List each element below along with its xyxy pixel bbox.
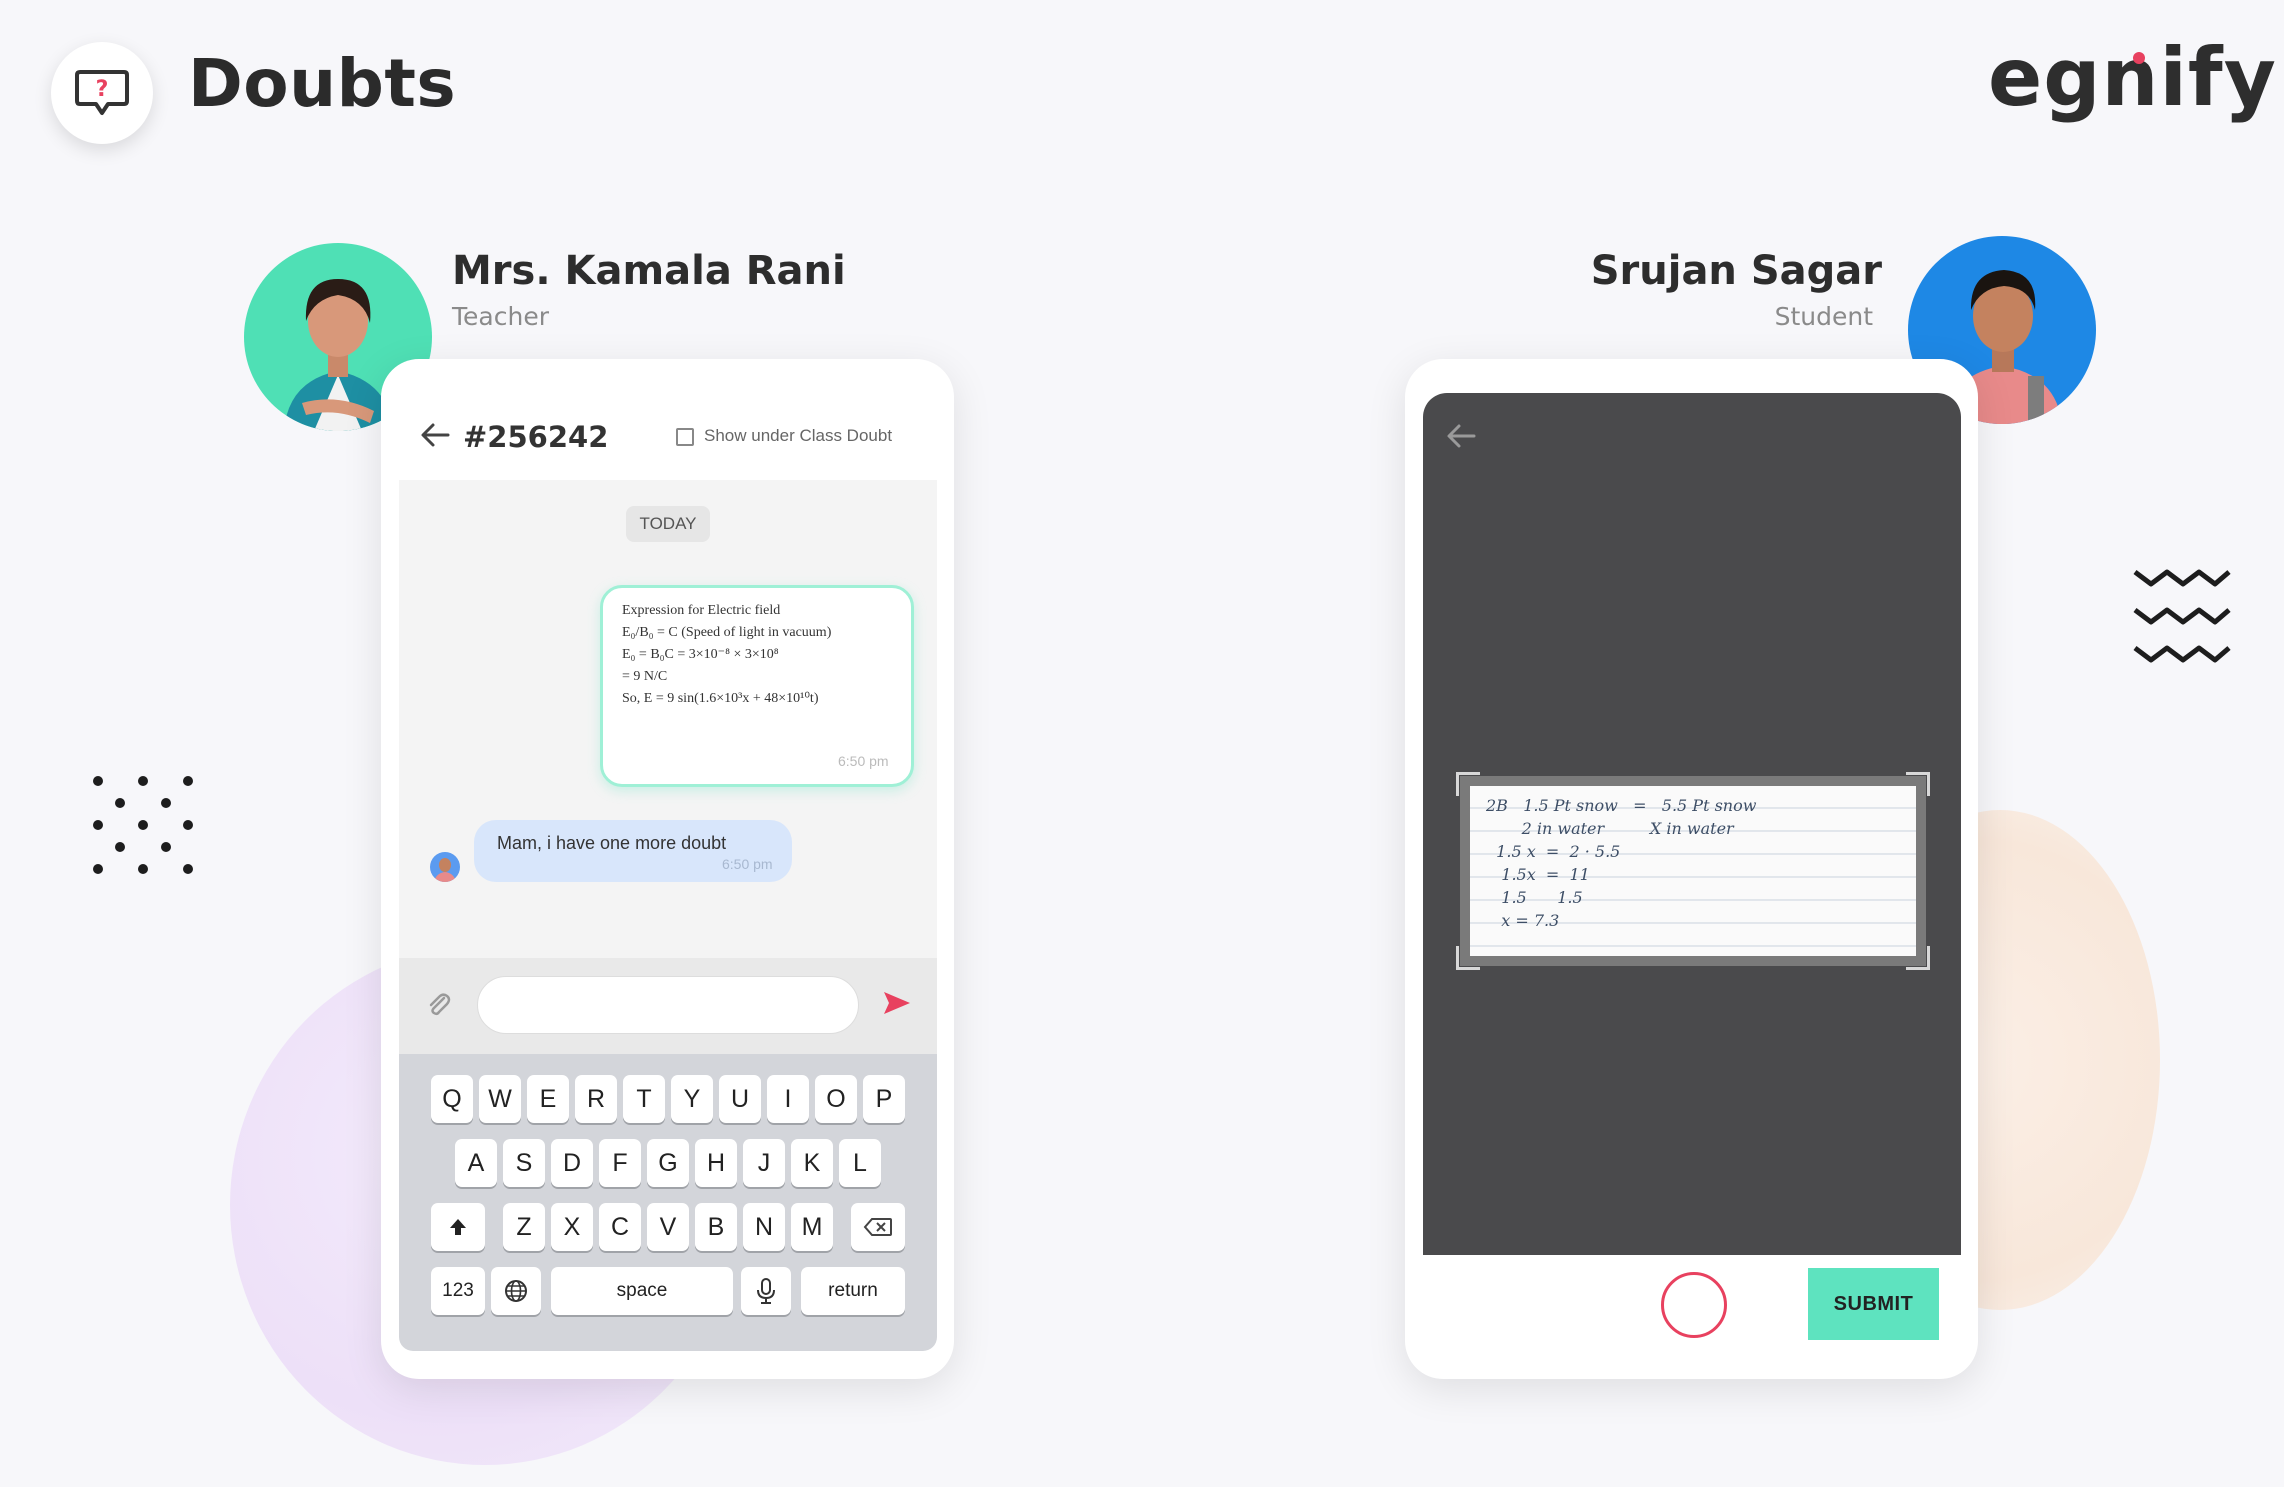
key[interactable]: X (551, 1203, 593, 1251)
message-timestamp: 6:50 pm (722, 856, 773, 872)
key[interactable]: A (455, 1139, 497, 1187)
crop-handle[interactable] (1456, 772, 1480, 796)
attachment-icon[interactable] (424, 990, 452, 1018)
scan-crop-frame[interactable]: 2B 1.5 Pt snow = 5.5 Pt snow 2 in water … (1456, 772, 1930, 970)
math-line: So, E = 9 sin(1.6×10³x + 48×10¹⁰t) (622, 691, 819, 706)
submit-button[interactable]: SUBMIT (1808, 1268, 1939, 1340)
key[interactable]: B (695, 1203, 737, 1251)
shift-icon (450, 1219, 466, 1235)
message-input[interactable] (477, 976, 859, 1034)
math-line: Expression for Electric field (622, 603, 781, 618)
key[interactable]: N (743, 1203, 785, 1251)
shift-key[interactable] (431, 1203, 485, 1251)
teacher-role: Teacher (452, 302, 549, 331)
key[interactable]: S (503, 1139, 545, 1187)
key[interactable]: C (599, 1203, 641, 1251)
on-screen-keyboard: Q W E R T Y U I O P A S D F G H J K L Z … (399, 1054, 937, 1351)
dots-pattern-icon (93, 776, 193, 874)
key[interactable]: E (527, 1075, 569, 1123)
crop-handle[interactable] (1456, 946, 1480, 970)
math-line: = 9 N/C (622, 669, 668, 684)
key[interactable]: W (479, 1075, 521, 1123)
key[interactable]: U (719, 1075, 761, 1123)
back-arrow-icon[interactable] (420, 422, 450, 448)
key[interactable]: P (863, 1075, 905, 1123)
key[interactable]: I (767, 1075, 809, 1123)
brand-logo-dot (2133, 52, 2145, 64)
shutter-button[interactable] (1661, 1272, 1727, 1338)
key[interactable]: H (695, 1139, 737, 1187)
key[interactable]: L (839, 1139, 881, 1187)
key[interactable]: O (815, 1075, 857, 1123)
key[interactable]: D (551, 1139, 593, 1187)
sender-avatar-icon (434, 858, 456, 882)
return-key[interactable]: return (801, 1267, 905, 1315)
key[interactable]: K (791, 1139, 833, 1187)
question-chat-icon: ? (75, 70, 129, 115)
image-message-content: Expression for Electric field E₀/B₀ = C … (622, 600, 892, 710)
teacher-name: Mrs. Kamala Rani (452, 248, 846, 294)
key[interactable]: R (575, 1075, 617, 1123)
space-key[interactable]: space (551, 1267, 733, 1315)
math-line: E₀ = B₀C = 3×10⁻⁸ × 3×10⁸ (622, 647, 779, 662)
page-title: Doubts (188, 45, 457, 122)
doubt-id-title: #256242 (463, 420, 609, 454)
key[interactable]: J (743, 1139, 785, 1187)
key[interactable]: T (623, 1075, 665, 1123)
key[interactable]: Z (503, 1203, 545, 1251)
microphone-key[interactable] (741, 1267, 791, 1315)
student-role: Student (1774, 302, 1873, 331)
crop-handle[interactable] (1906, 946, 1930, 970)
send-icon[interactable] (882, 990, 912, 1016)
key[interactable]: Y (671, 1075, 713, 1123)
crop-handle[interactable] (1906, 772, 1930, 796)
globe-icon (505, 1280, 527, 1302)
microphone-icon (757, 1278, 775, 1304)
scanned-notebook-image: 2B 1.5 Pt snow = 5.5 Pt snow 2 in water … (1470, 786, 1916, 956)
numbers-key[interactable]: 123 (431, 1267, 485, 1315)
key[interactable]: F (599, 1139, 641, 1187)
show-class-doubt-checkbox[interactable] (676, 428, 694, 446)
handwritten-solution: 2B 1.5 Pt snow = 5.5 Pt snow 2 in water … (1486, 796, 1757, 930)
math-line: E₀/B₀ = C (Speed of light in vacuum) (622, 625, 832, 640)
globe-key[interactable] (491, 1267, 541, 1315)
svg-text:?: ? (96, 77, 109, 102)
zigzag-decoration-icon (2133, 569, 2231, 663)
brand-logo: egnify (1988, 31, 2277, 124)
back-arrow-icon[interactable] (1446, 423, 1476, 449)
backspace-icon (863, 1218, 892, 1236)
date-separator: TODAY (626, 506, 710, 542)
student-name: Srujan Sagar (1590, 248, 1882, 294)
doubts-app-icon: ? (51, 42, 153, 144)
key[interactable]: G (647, 1139, 689, 1187)
backspace-key[interactable] (851, 1203, 905, 1251)
show-class-doubt-label[interactable]: Show under Class Doubt (704, 426, 892, 446)
sender-avatar (430, 852, 460, 882)
message-timestamp: 6:50 pm (838, 753, 889, 769)
key[interactable]: V (647, 1203, 689, 1251)
key[interactable]: M (791, 1203, 833, 1251)
text-message-body: Mam, i have one more doubt (497, 833, 727, 853)
key[interactable]: Q (431, 1075, 473, 1123)
